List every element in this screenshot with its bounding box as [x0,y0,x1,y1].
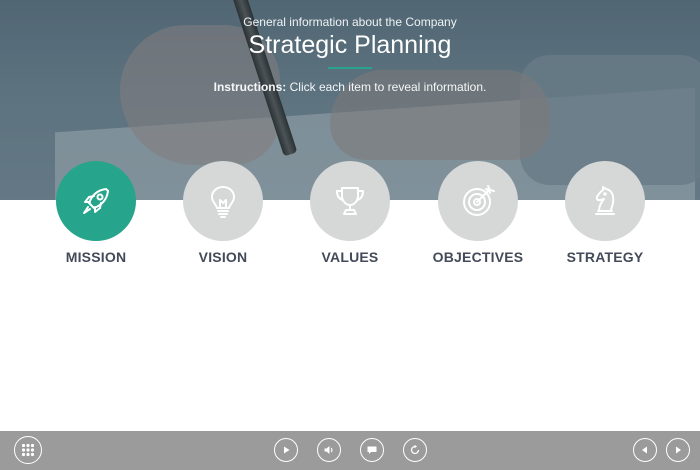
play-icon [284,446,290,454]
item-vision[interactable]: VISION [168,161,278,265]
item-vision-label: VISION [198,249,248,265]
item-values-circle[interactable] [310,161,390,241]
play-button[interactable] [274,438,298,462]
item-objectives-circle[interactable] [438,161,518,241]
item-strategy[interactable]: STRATEGY [550,161,660,265]
instructions: Instructions: Click each item to reveal … [0,80,700,94]
previous-icon [642,446,647,454]
item-mission[interactable]: MISSION [41,161,151,265]
next-icon [676,446,681,454]
page-title: Strategic Planning [248,31,452,59]
item-strategy-circle[interactable] [565,161,645,241]
item-vision-circle[interactable] [183,161,263,241]
menu-grid-icon [21,443,35,457]
target-icon [463,185,495,216]
replay-icon [410,444,420,455]
item-values-label: VALUES [321,249,379,265]
item-objectives[interactable]: OBJECTIVES [423,161,533,265]
volume-icon [324,446,333,454]
title-underline [328,67,372,69]
captions-icon [367,446,377,454]
next-button[interactable] [666,438,690,462]
instructions-label: Instructions: [213,80,287,94]
page-subtitle: General information about the Company [243,15,457,29]
item-objectives-label: OBJECTIVES [432,249,524,265]
captions-button[interactable] [360,438,384,462]
item-mission-circle[interactable] [56,161,136,241]
rocket-icon [83,188,109,214]
menu-button[interactable] [14,436,42,464]
item-mission-label: MISSION [65,249,127,265]
item-strategy-label: STRATEGY [566,249,644,265]
volume-button[interactable] [317,438,341,462]
previous-button[interactable] [633,438,657,462]
player-toolbar [0,431,700,470]
replay-button[interactable] [403,438,427,462]
lightbulb-icon [211,186,235,218]
chess-knight-icon [595,186,615,215]
item-values[interactable]: VALUES [295,161,405,265]
instructions-text: Click each item to reveal information. [286,80,487,94]
trophy-icon [336,187,364,215]
